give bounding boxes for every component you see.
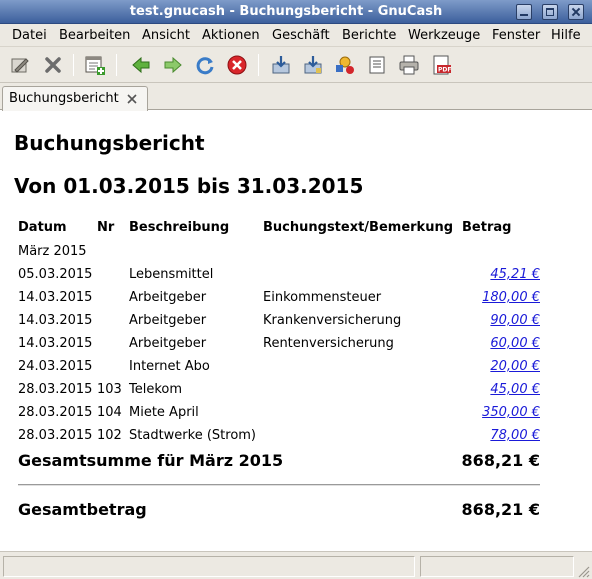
export-icon[interactable] xyxy=(268,52,294,78)
row-date: 14.03.2015 xyxy=(18,336,93,351)
pdf-icon[interactable]: PDF xyxy=(428,52,454,78)
row-date: 14.03.2015 xyxy=(18,290,93,305)
row-num: 102 xyxy=(97,428,122,443)
menubar: Datei Bearbeiten Ansicht Aktionen Geschä… xyxy=(0,24,592,47)
row-amount-link[interactable]: 78,00 € xyxy=(420,427,540,444)
forward-icon[interactable] xyxy=(160,52,186,78)
row-amount-link[interactable]: 45,00 € xyxy=(420,381,540,398)
total-divider xyxy=(18,484,540,486)
toolbar-separator xyxy=(116,54,117,76)
column-header-amount: Betrag xyxy=(462,220,512,235)
row-memo: Krankenversicherung xyxy=(263,313,402,328)
row-amount-link[interactable]: 90,00 € xyxy=(420,312,540,329)
minimize-button[interactable] xyxy=(516,4,532,20)
column-header-num: Nr xyxy=(97,220,115,235)
title-bar: test.gnucash - Buchungsbericht - GnuCash xyxy=(0,0,592,24)
column-header-date: Datum xyxy=(18,220,67,235)
svg-text:PDF: PDF xyxy=(438,67,451,74)
report-title: Buchungsbericht xyxy=(14,131,205,155)
back-icon[interactable] xyxy=(128,52,154,78)
subtotal-label: Gesamtsumme für März 2015 xyxy=(18,451,284,470)
row-amount-link[interactable]: 350,00 € xyxy=(420,404,540,421)
report-period: Von 01.03.2015 bis 31.03.2015 xyxy=(14,174,364,198)
status-text xyxy=(3,556,415,577)
menu-fenster[interactable]: Fenster xyxy=(492,27,540,44)
column-header-description: Beschreibung xyxy=(129,220,230,235)
row-amount-link[interactable]: 45,21 € xyxy=(420,266,540,283)
edit-icon[interactable] xyxy=(7,52,33,78)
options-icon[interactable] xyxy=(332,52,358,78)
menu-bearbeiten[interactable]: Bearbeiten xyxy=(59,27,130,44)
row-date: 28.03.2015 xyxy=(18,428,93,443)
resize-grip-icon[interactable] xyxy=(576,564,590,578)
row-num: 103 xyxy=(97,382,122,397)
menu-aktionen[interactable]: Aktionen xyxy=(202,27,260,44)
toolbar: PDF xyxy=(0,47,592,83)
row-description: Arbeitgeber xyxy=(129,313,207,328)
subtotal-value: 868,21 € xyxy=(461,451,540,470)
row-amount-link[interactable]: 60,00 € xyxy=(420,335,540,352)
grandtotal-label: Gesamtbetrag xyxy=(18,500,147,519)
tab-close-icon[interactable] xyxy=(125,92,139,106)
row-date: 24.03.2015 xyxy=(18,359,93,374)
print-icon[interactable] xyxy=(396,52,422,78)
status-progress xyxy=(420,556,574,577)
tab-buchungsbericht[interactable]: Buchungsbericht xyxy=(2,86,148,111)
maximize-button[interactable] xyxy=(542,4,558,20)
row-description: Stadtwerke (Strom) xyxy=(129,428,257,443)
row-num: 104 xyxy=(97,405,122,420)
row-amount-link[interactable]: 20,00 € xyxy=(420,358,540,375)
row-description: Lebensmittel xyxy=(129,267,214,282)
report-view: Buchungsbericht Von 01.03.2015 bis 31.03… xyxy=(4,111,588,551)
window-title: test.gnucash - Buchungsbericht - GnuCash xyxy=(129,4,443,19)
grandtotal-value: 868,21 € xyxy=(461,500,540,519)
menu-geschaeft[interactable]: Geschäft xyxy=(272,27,330,44)
close-icon[interactable] xyxy=(40,52,66,78)
row-memo: Rentenversicherung xyxy=(263,336,394,351)
menu-berichte[interactable]: Berichte xyxy=(342,27,396,44)
status-bar xyxy=(0,551,592,579)
menu-datei[interactable]: Datei xyxy=(12,27,47,44)
row-date: 14.03.2015 xyxy=(18,313,93,328)
close-window-button[interactable] xyxy=(568,4,584,20)
row-date: 05.03.2015 xyxy=(18,267,93,282)
group-label: März 2015 xyxy=(18,244,87,259)
row-memo: Einkommensteuer xyxy=(263,290,382,305)
menu-hilfe[interactable]: Hilfe xyxy=(551,27,581,44)
page-setup-icon[interactable] xyxy=(364,52,390,78)
row-description: Telekom xyxy=(129,382,183,397)
row-description: Internet Abo xyxy=(129,359,210,374)
new-account-icon[interactable] xyxy=(82,52,108,78)
row-description: Miete April xyxy=(129,405,199,420)
row-date: 28.03.2015 xyxy=(18,405,93,420)
menu-werkzeuge[interactable]: Werkzeuge xyxy=(408,27,480,44)
reload-icon[interactable] xyxy=(192,52,218,78)
tab-label: Buchungsbericht xyxy=(9,91,119,106)
tab-strip: Buchungsbericht xyxy=(0,83,592,111)
stop-icon[interactable] xyxy=(224,52,250,78)
menu-ansicht[interactable]: Ansicht xyxy=(142,27,190,44)
toolbar-separator xyxy=(258,54,259,76)
row-amount-link[interactable]: 180,00 € xyxy=(420,289,540,306)
column-header-memo: Buchungstext/Bemerkung xyxy=(263,220,454,235)
save-report-icon[interactable] xyxy=(300,52,326,78)
toolbar-separator xyxy=(73,54,74,76)
row-description: Arbeitgeber xyxy=(129,336,207,351)
row-description: Arbeitgeber xyxy=(129,290,207,305)
row-date: 28.03.2015 xyxy=(18,382,93,397)
